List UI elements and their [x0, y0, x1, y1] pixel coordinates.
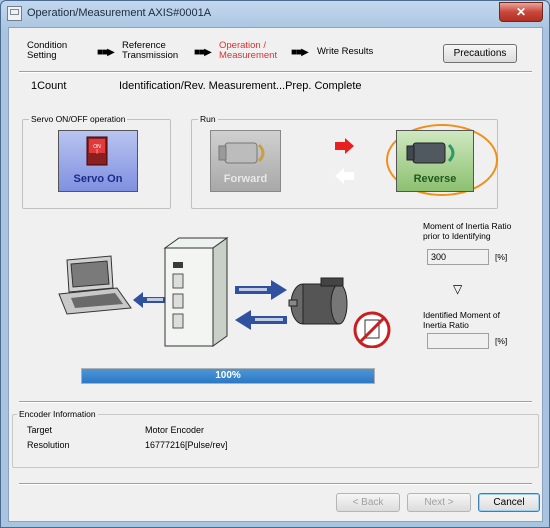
resolution-label: Resolution — [27, 440, 70, 450]
run-group-label: Run — [198, 114, 218, 124]
reverse-label: Reverse — [413, 173, 457, 185]
dialog-window: Operation/Measurement AXIS#0001A ✕ Condi… — [0, 0, 550, 528]
servo-group: Servo ON/OFF operation ON | Servo On — [22, 114, 171, 209]
servo-group-label: Servo ON/OFF operation — [29, 114, 128, 124]
window-title: Operation/Measurement AXIS#0001A — [27, 7, 212, 19]
inertia-ratio-field[interactable]: 300 — [427, 249, 489, 265]
close-button[interactable]: ✕ — [499, 2, 543, 22]
step-condition-setting: Condition Setting — [27, 40, 68, 61]
laptop-icon — [58, 255, 132, 315]
progress-text: 100% — [215, 370, 241, 381]
servo-on-label: Servo On — [73, 173, 123, 185]
divider — [19, 71, 532, 73]
forward-label: Forward — [223, 173, 268, 185]
motor-reverse-icon — [406, 142, 455, 164]
system-illustration — [58, 237, 391, 348]
status-message: Identification/Rev. Measurement...Prep. … — [119, 80, 362, 92]
reverse-button[interactable]: Reverse — [396, 130, 474, 192]
run-group: Run Forward Reverse — [191, 114, 498, 209]
red-arrow-right-icon — [335, 138, 354, 154]
encoder-group: Encoder Information Target Motor Encoder… — [12, 409, 539, 468]
inertia-ratio-label: Moment of Inertia Ratio prior to Identif… — [423, 221, 512, 241]
arrow-to-motor-icon — [235, 280, 287, 300]
app-icon — [7, 6, 22, 21]
divider — [19, 401, 532, 403]
arrow-from-motor-icon — [235, 310, 287, 330]
count-label: 1Count — [31, 80, 67, 92]
target-value: Motor Encoder — [145, 425, 205, 435]
precautions-button[interactable]: Precautions — [443, 44, 517, 63]
step-arrow-icon: ■■▶ — [291, 47, 309, 58]
no-touch-icon — [353, 311, 391, 348]
arrow-left-icon — [335, 168, 354, 184]
cancel-button[interactable]: Cancel — [478, 493, 540, 512]
step-write-results: Write Results — [317, 46, 374, 57]
step-reference-transmission: Reference Transmission — [122, 40, 179, 61]
step-arrow-icon: ■■▶ — [97, 47, 115, 58]
back-button[interactable]: < Back — [336, 493, 400, 512]
next-button[interactable]: Next > — [407, 493, 471, 512]
resolution-value: 16777216[Pulse/rev] — [145, 440, 228, 450]
dialog-client: Condition Setting ■■▶ Reference Transmis… — [8, 27, 543, 522]
forward-button[interactable]: Forward — [210, 130, 281, 192]
switch-text: ON | — [93, 144, 101, 155]
divider — [19, 483, 532, 485]
down-arrow-icon: ▽ — [453, 282, 463, 296]
arrow-to-laptop-icon — [133, 292, 167, 308]
servo-on-button[interactable]: ON | Servo On — [58, 130, 138, 192]
encoder-group-label: Encoder Information — [17, 409, 98, 419]
progress-bar: 100% — [81, 368, 375, 384]
identified-inertia-label: Identified Moment of Inertia Ratio — [423, 310, 501, 330]
wizard-steps: Condition Setting ■■▶ Reference Transmis… — [9, 28, 542, 72]
identified-inertia-field[interactable] — [427, 333, 489, 349]
identified-inertia-unit: [%] — [495, 336, 508, 346]
motor-forward-icon — [218, 142, 265, 164]
step-operation-measurement: Operation / Measurement — [219, 40, 278, 61]
step-arrow-icon: ■■▶ — [194, 47, 212, 58]
motor-icon — [288, 277, 348, 325]
servo-drive-icon — [163, 237, 229, 347]
target-label: Target — [27, 425, 53, 435]
title-bar[interactable]: Operation/Measurement AXIS#0001A ✕ — [1, 1, 549, 25]
inertia-ratio-unit: [%] — [495, 252, 508, 262]
